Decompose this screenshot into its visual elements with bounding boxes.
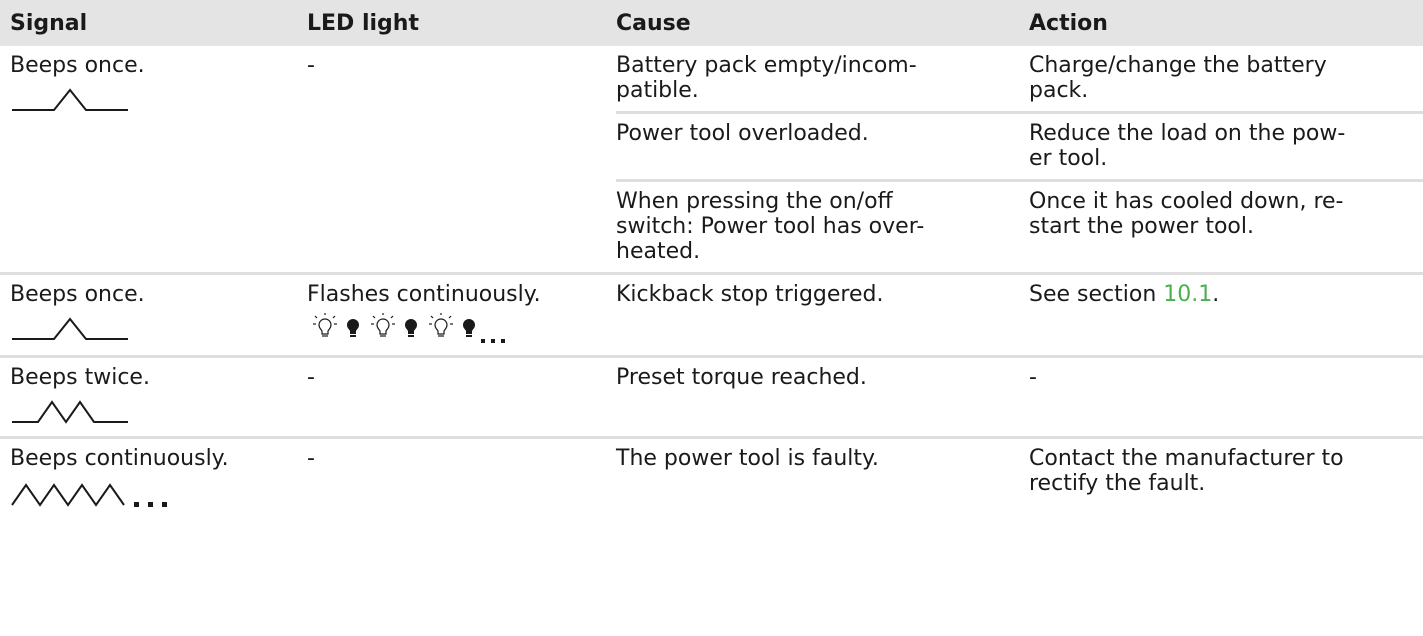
led-text: - [307, 365, 315, 390]
table-header-row: Signal LED light Cause Action [0, 0, 1423, 46]
action-cell: - [1029, 365, 1037, 390]
single-beep-waveform-icon [12, 88, 128, 111]
single-beep-waveform-icon [12, 317, 128, 340]
header-led-light: LED light [307, 10, 419, 36]
cause-cell: Battery pack empty/incom- patible. [616, 53, 917, 103]
led-cell: - [307, 439, 616, 517]
double-beep-waveform-icon [12, 400, 128, 424]
header-action: Action [1029, 10, 1108, 36]
flashing-led-sequence-icon [313, 313, 505, 343]
table-row: Beeps continuously. - The power tool is … [0, 439, 1423, 517]
table-subrow: When pressing the on/off switch: Power t… [616, 179, 1423, 272]
header-cause: Cause [616, 10, 691, 36]
led-text: - [307, 53, 315, 78]
table-subrow: The power tool is faulty. Contact the ma… [616, 439, 1423, 504]
table-subrow: Preset torque reached. - [616, 358, 1423, 398]
table-row: Beeps twice. - Preset torque reached. - [0, 358, 1423, 439]
header-signal: Signal [10, 10, 88, 36]
cause-cell: When pressing the on/off switch: Power t… [616, 189, 925, 264]
troubleshooting-table: Signal LED light Cause Action Beeps once… [0, 0, 1423, 517]
cause-cell: Power tool overloaded. [616, 121, 869, 146]
action-text: See section [1029, 282, 1164, 307]
action-cell: Once it has cooled down, re- start the p… [1029, 189, 1344, 239]
led-text: - [307, 446, 315, 471]
action-cell: Reduce the load on the pow- er tool. [1029, 121, 1346, 171]
table-row: Beeps once. Flashes continuously. Kickba… [0, 275, 1423, 358]
action-cell: See section 10.1. [1029, 275, 1423, 315]
table-subrow: Power tool overloaded. Reduce the load o… [616, 111, 1423, 179]
signal-cell: Beeps continuously. [0, 439, 307, 517]
table-subrow: Battery pack empty/incom- patible. Charg… [616, 46, 1423, 111]
table-subrow: Kickback stop triggered. See section 10.… [616, 275, 1423, 315]
continuous-beep-waveform-icon [11, 483, 167, 507]
signal-cell: Beeps once. [0, 275, 307, 355]
led-text: Flashes continuously. [307, 282, 541, 307]
signal-cell: Beeps once. [0, 46, 307, 272]
led-cell: Flashes continuously. [307, 275, 616, 355]
action-cell: Charge/change the battery pack. [1029, 53, 1327, 103]
signal-text: Beeps once. [10, 282, 145, 307]
section-link[interactable]: 10.1 [1163, 282, 1212, 307]
signal-cell: Beeps twice. [0, 358, 307, 436]
led-cell: - [307, 46, 616, 272]
signal-text: Beeps twice. [10, 365, 150, 390]
cause-cell: The power tool is faulty. [616, 446, 879, 471]
table-row: Beeps once. - Battery pack empty/incom- … [0, 46, 1423, 275]
action-cell: Contact the manufacturer to rectify the … [1029, 446, 1344, 496]
signal-text: Beeps once. [10, 53, 145, 78]
cause-cell: Preset torque reached. [616, 365, 867, 390]
led-cell: - [307, 358, 616, 436]
signal-text: Beeps continuously. [10, 446, 229, 471]
action-suffix: . [1212, 282, 1220, 307]
cause-cell: Kickback stop triggered. [616, 282, 884, 307]
